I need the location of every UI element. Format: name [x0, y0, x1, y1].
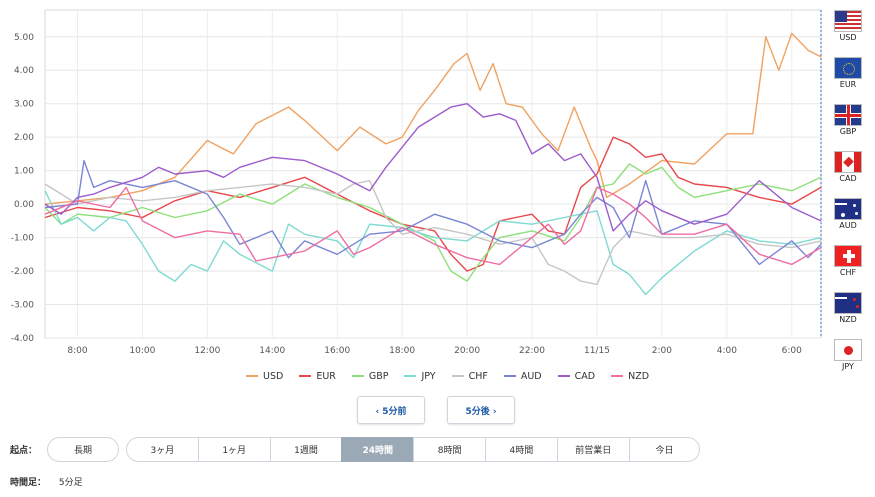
- flag-code-label: USD: [839, 33, 857, 42]
- x-tick-label: 20:00: [454, 346, 480, 356]
- legend-label: JPY: [421, 370, 436, 382]
- timeframe-label: 時間足：: [10, 478, 47, 488]
- legend-item-usd[interactable]: USD: [246, 368, 283, 384]
- legend-swatch: [299, 375, 312, 377]
- legend-item-gbp[interactable]: GBP: [351, 368, 389, 384]
- x-tick-label: 6:00: [782, 346, 802, 356]
- flag-aud[interactable]: AUD: [828, 198, 868, 243]
- legend-label: USD: [263, 370, 284, 382]
- x-tick-label: 2:00: [652, 346, 672, 356]
- legend-swatch: [503, 375, 516, 377]
- flag-code-label: AUD: [839, 221, 857, 230]
- x-tick-label: 11/15: [584, 346, 610, 356]
- range-option[interactable]: 4時間: [485, 437, 558, 462]
- legend-swatch: [351, 375, 364, 377]
- legend-item-nzd[interactable]: NZD: [611, 368, 649, 384]
- flag-usd[interactable]: USD: [828, 10, 868, 55]
- gbp-flag-icon: [834, 104, 862, 126]
- x-tick-label: 14:00: [259, 346, 285, 356]
- usd-flag-icon: [834, 10, 862, 32]
- timeframe-row: 時間足： 5分足: [10, 475, 83, 488]
- chf-flag-icon: [834, 245, 862, 267]
- range-option[interactable]: 3ヶ月: [126, 437, 199, 462]
- legend-item-cad[interactable]: CAD: [557, 368, 596, 384]
- flag-code-label: EUR: [839, 80, 857, 89]
- range-option[interactable]: 24時間: [341, 437, 415, 462]
- flag-code-label: JPY: [842, 362, 854, 371]
- flag-jpy[interactable]: JPY: [828, 339, 868, 384]
- flag-code-label: GBP: [839, 127, 857, 136]
- legend-label: GBP: [368, 370, 389, 382]
- x-tick-label: 4:00: [717, 346, 737, 356]
- timeframe-value: 5分足: [58, 478, 83, 488]
- start-label: 起点：: [10, 446, 38, 456]
- y-tick-label: 3.00: [14, 100, 34, 110]
- legend-swatch: [246, 375, 258, 377]
- range-option[interactable]: 8時間: [413, 437, 486, 462]
- legend-label: CHF: [468, 370, 488, 382]
- range-option[interactable]: 今日: [628, 437, 701, 462]
- flag-code-label: CHF: [839, 268, 857, 277]
- range-option[interactable]: 1ヶ月: [197, 437, 271, 462]
- flag-gbp[interactable]: GBP: [828, 104, 868, 149]
- x-tick-label: 22:00: [519, 346, 545, 356]
- x-tick-label: 8:00: [67, 346, 87, 356]
- flag-nzd[interactable]: NZD: [828, 292, 868, 337]
- prev-5min-button[interactable]: ‹ 5分前: [357, 396, 425, 424]
- plot-area: [44, 9, 822, 339]
- legend-label: NZD: [628, 370, 650, 382]
- range-option[interactable]: 前営業日: [556, 437, 630, 462]
- y-tick-label: -3.00: [11, 301, 35, 311]
- cad-flag-icon: [834, 151, 862, 173]
- y-tick-label: 5.00: [14, 33, 34, 43]
- start-option-long[interactable]: 長期: [47, 437, 119, 462]
- y-tick-label: 2.00: [14, 133, 34, 143]
- flag-code-label: NZD: [839, 315, 857, 324]
- y-tick-label: 0.00: [14, 200, 34, 210]
- legend-item-chf[interactable]: CHF: [451, 368, 488, 384]
- legend-swatch: [611, 375, 624, 377]
- legend-label: EUR: [316, 370, 336, 382]
- x-tick-label: 10:00: [129, 346, 155, 356]
- legend-swatch: [404, 375, 417, 377]
- legend-swatch: [451, 375, 464, 377]
- legend-item-aud[interactable]: AUD: [503, 368, 542, 384]
- currency-flag-list: USD EUR GBP CAD AUD CHF NZD JPY: [828, 8, 868, 384]
- flag-chf[interactable]: CHF: [828, 245, 868, 290]
- y-tick-label: -4.00: [11, 334, 35, 344]
- legend-item-jpy[interactable]: JPY: [404, 368, 436, 384]
- x-tick-label: 12:00: [194, 346, 220, 356]
- y-tick-label: 4.00: [14, 66, 34, 76]
- chart-legend: USD EUR GBP JPY CHF AUD CAD NZD: [246, 368, 665, 384]
- jpy-flag-icon: [834, 339, 862, 361]
- flag-code-label: CAD: [839, 174, 857, 183]
- x-tick-label: 16:00: [324, 346, 350, 356]
- aud-flag-icon: [834, 198, 862, 220]
- legend-label: CAD: [574, 370, 596, 382]
- fx-strength-chart: 5.00 4.00 3.00 2.00 1.00 0.00 -1.00 -2.00 -3.00 -…: [11, 9, 822, 356]
- y-tick-label: -1.00: [11, 234, 35, 244]
- next-5min-button[interactable]: 5分後 ›: [447, 396, 515, 424]
- flag-cad[interactable]: CAD: [828, 151, 868, 196]
- y-tick-label: 1.00: [14, 167, 34, 177]
- x-tick-label: 18:00: [389, 346, 415, 356]
- legend-item-eur[interactable]: EUR: [299, 368, 336, 384]
- y-tick-label: -2.00: [11, 267, 35, 277]
- flag-eur[interactable]: EUR: [828, 57, 868, 102]
- eur-flag-icon: [834, 57, 862, 79]
- legend-swatch: [557, 375, 570, 377]
- range-option[interactable]: 1週間: [269, 437, 343, 462]
- nzd-flag-icon: [834, 292, 862, 314]
- legend-label: AUD: [520, 370, 542, 382]
